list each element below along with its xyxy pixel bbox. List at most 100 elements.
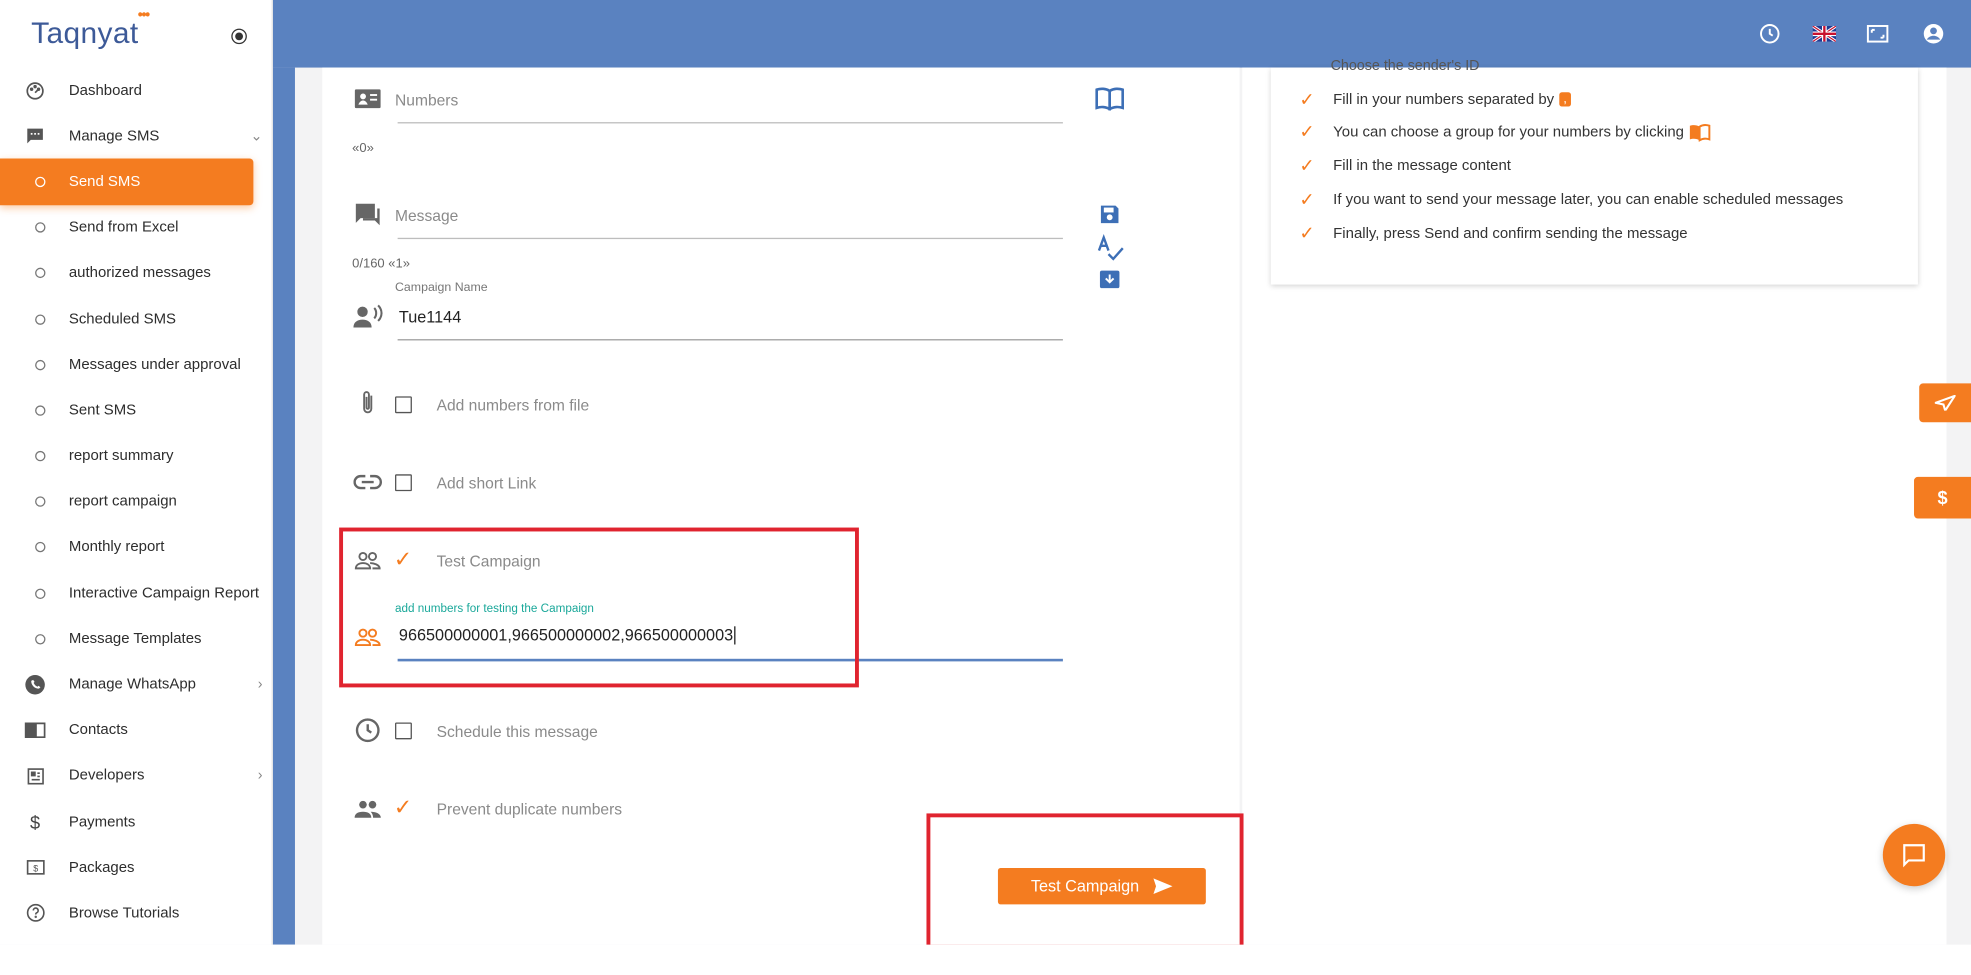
instruction-step: ✓ Fill in the message content <box>1299 154 1511 176</box>
sidebar-item-messages-under-approval[interactable]: Messages under approval <box>0 342 272 388</box>
templates-archive-icon[interactable] <box>1094 264 1125 295</box>
sidebar-item-label: Send from Excel <box>68 219 179 236</box>
sidebar-item-report-campaign[interactable]: report campaign <box>0 479 272 525</box>
sidebar-item-label: Payments <box>68 814 136 830</box>
sidebar-item-label: Browse Tutorials <box>68 905 180 922</box>
prevent-duplicates-label: Prevent duplicate numbers <box>436 800 623 819</box>
top-bar <box>271 0 1971 68</box>
sidebar-item-send-from-excel[interactable]: Send from Excel <box>0 205 272 251</box>
sidebar-item-payments[interactable]: $ Payments <box>0 799 272 845</box>
sidebar-item-dashboard[interactable]: Dashboard <box>0 68 272 114</box>
add-from-file-label: Add numbers from file <box>436 396 590 415</box>
sidebar-item-sent-sms[interactable]: Sent SMS <box>0 388 272 434</box>
sidebar-item-report-summary[interactable]: report summary <box>0 433 272 479</box>
sidebar-item-label: Packages <box>68 859 135 876</box>
message-icon <box>352 200 383 231</box>
sidebar-item-interactive-campaign-report[interactable]: Interactive Campaign Report <box>0 571 272 617</box>
sidebar-item-message-templates[interactable]: Message Templates <box>0 616 272 662</box>
phonebook-orange-icon <box>1689 123 1711 141</box>
check-icon: ✓ <box>1299 120 1315 142</box>
group-filled-icon <box>352 793 383 824</box>
uk-flag-icon[interactable] <box>1811 21 1837 47</box>
phonebook-icon[interactable] <box>1094 83 1125 114</box>
numbers-input-underline <box>397 122 1063 124</box>
short-link-checkbox[interactable] <box>395 474 412 492</box>
check-icon: ✓ <box>1299 88 1315 110</box>
sidebar-item-label: Interactive Campaign Report <box>68 585 260 602</box>
package-icon: $ <box>23 856 46 879</box>
sidebar-item-authorized-messages[interactable]: authorized messages <box>0 250 272 296</box>
sidebar-item-label: Messages under approval <box>68 356 241 373</box>
svg-text:$: $ <box>33 864 38 874</box>
dashboard-icon <box>23 79 46 102</box>
numbers-input[interactable]: Numbers <box>395 91 458 109</box>
bullet-icon <box>29 536 52 559</box>
account-icon[interactable] <box>1921 21 1947 47</box>
campaign-name-input[interactable]: Tue1144 <box>399 308 461 326</box>
sidebar-item-contacts[interactable]: Contacts <box>0 708 272 754</box>
prevent-duplicates-check[interactable]: ✓ <box>394 795 413 821</box>
save-icon[interactable] <box>1094 199 1125 230</box>
brand-logo[interactable]: Taqnyat <box>31 16 138 51</box>
bullet-icon <box>29 353 52 376</box>
contact-card-icon <box>352 83 383 114</box>
bullet-icon <box>29 445 52 468</box>
check-icon: ✓ <box>1299 188 1315 210</box>
campaign-speaker-icon <box>352 301 383 332</box>
spellcheck-icon[interactable] <box>1094 233 1125 264</box>
instructions-partial-heading: Choose the sender's ID <box>1330 58 1480 75</box>
sidebar-item-label: Manage SMS <box>68 128 160 144</box>
message-textarea[interactable]: Message <box>395 207 458 225</box>
balance-panel-tab[interactable]: $ <box>1914 476 1971 519</box>
sidebar-item-label: Sent SMS <box>68 402 137 419</box>
link-icon <box>352 466 383 497</box>
instruction-step: ✓ Fill in your numbers separated by , <box>1299 88 1571 110</box>
sidebar-item-send-sms[interactable]: Send SMS <box>0 159 254 205</box>
add-from-file-checkbox[interactable] <box>395 396 412 414</box>
help-icon <box>23 902 46 925</box>
sidebar-item-packages[interactable]: $ Packages <box>0 845 272 891</box>
check-icon: ✓ <box>1299 222 1315 243</box>
bullet-icon <box>29 399 52 422</box>
chevron-right-icon: › <box>257 677 263 693</box>
sidebar-pin-toggle[interactable] <box>231 28 247 45</box>
instruction-step: ✓ If you want to send your message later… <box>1299 188 1844 210</box>
sidebar-item-label: report summary <box>68 448 174 465</box>
sidebar-item-monthly-report[interactable]: Monthly report <box>0 525 272 571</box>
attachment-icon <box>352 387 383 418</box>
sidebar-item-developers[interactable]: Developers › <box>0 753 272 799</box>
sidebar-item-browse-tutorials[interactable]: Browse Tutorials <box>0 891 272 937</box>
fullscreen-icon[interactable] <box>1865 21 1891 47</box>
message-counter: 0/160 «1» <box>352 257 410 272</box>
chat-icon <box>1903 844 1925 868</box>
sidebar-item-scheduled-sms[interactable]: Scheduled SMS <box>0 296 272 342</box>
contacts-book-icon <box>23 719 46 742</box>
chat-button[interactable] <box>1882 823 1946 887</box>
sidebar-item-manage-sms[interactable]: Manage SMS ⌄ <box>0 113 272 159</box>
sidebar-item-manage-whatsapp[interactable]: Manage WhatsApp › <box>0 662 272 708</box>
bullet-icon <box>29 216 52 239</box>
dollar-icon: $ <box>1937 487 1948 509</box>
sidebar-item-label: report campaign <box>68 494 177 510</box>
bullet-icon <box>29 307 52 330</box>
bullet-icon <box>29 170 52 193</box>
bullet-icon <box>29 582 52 605</box>
instructions-card: Choose the sender's ID ✓ Fill in your nu… <box>1270 58 1918 285</box>
sidebar: Taqnyat ••• Dashboard Manage SMS ⌄ Send … <box>0 0 273 945</box>
send-icon <box>1934 395 1956 411</box>
instruction-step: ✓ Finally, press Send and confirm sendin… <box>1299 222 1688 243</box>
instruction-step: ✓ You can choose a group for your number… <box>1299 121 1711 143</box>
sidebar-item-label: Developers <box>68 768 145 785</box>
send-panel-tab[interactable] <box>1919 383 1971 423</box>
content-header-band <box>271 67 295 945</box>
clock-outline-icon <box>352 715 383 746</box>
chevron-right-icon: › <box>257 768 263 785</box>
brand-logo-dots: ••• <box>137 7 150 24</box>
campaign-name-underline <box>397 339 1063 341</box>
check-icon: ✓ <box>1299 154 1315 176</box>
bullet-icon <box>29 262 52 285</box>
sidebar-nav: Dashboard Manage SMS ⌄ Send SMS Send fro… <box>0 68 272 937</box>
dollar-icon: $ <box>30 811 41 833</box>
clock-icon[interactable] <box>1757 21 1783 47</box>
schedule-checkbox[interactable] <box>395 722 412 740</box>
